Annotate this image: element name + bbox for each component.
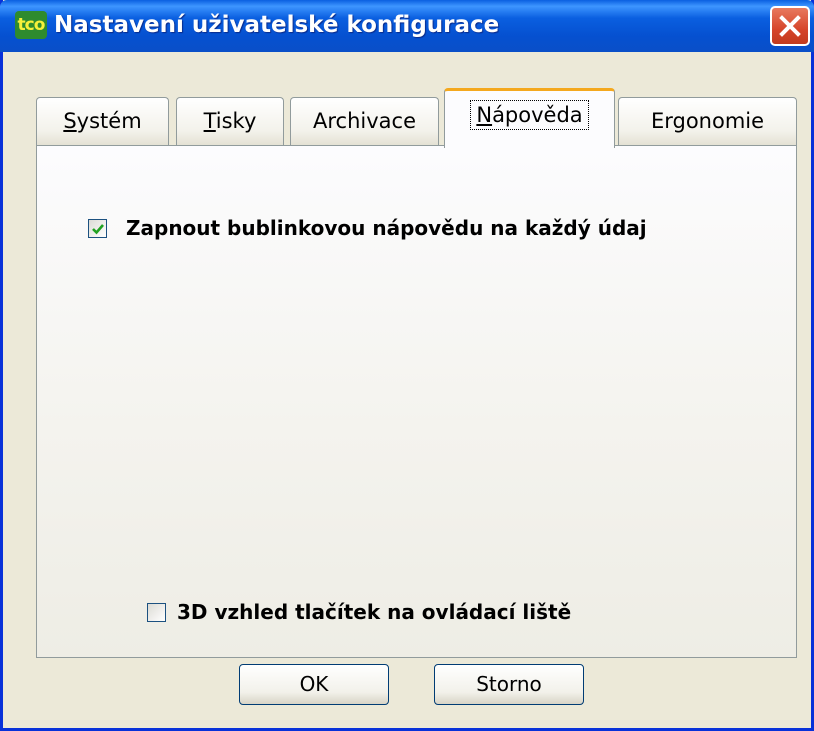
tab-label: Tisky — [203, 109, 257, 133]
cancel-button[interactable]: Storno — [434, 664, 584, 705]
app-logo-icon: tco — [15, 11, 47, 39]
tab-tisky[interactable]: Tisky — [176, 97, 284, 145]
title-bar[interactable]: tco Nastavení uživatelské konfigurace — [0, 0, 814, 52]
tab-label: Systém — [63, 109, 142, 133]
close-button[interactable] — [770, 6, 810, 46]
tab-ergonomie[interactable]: Ergonomie — [618, 97, 797, 145]
tab-label: Nápověda — [470, 100, 589, 130]
window-title: Nastavení uživatelské konfigurace — [54, 12, 500, 38]
tab-label: Archivace — [313, 109, 416, 133]
tab-label: Ergonomie — [650, 109, 765, 133]
toolbar-3d-label[interactable]: 3D vzhled tlačítek na ovládací liště — [177, 600, 571, 624]
toolbar-3d-checkbox[interactable] — [147, 603, 166, 622]
tab-napoveda[interactable]: Nápověda — [444, 88, 615, 148]
bubble-help-checkbox[interactable] — [88, 219, 107, 238]
dialog-window: tco Nastavení uživatelské konfigurace Sy… — [0, 0, 814, 731]
tab-panel-napoveda: Zapnout bublinkovou nápovědu na každý úd… — [36, 145, 797, 658]
tab-archivace[interactable]: Archivace — [290, 97, 439, 145]
ok-button[interactable]: OK — [239, 664, 389, 705]
bubble-help-label[interactable]: Zapnout bublinkovou nápovědu na každý úd… — [126, 216, 647, 240]
tab-system[interactable]: Systém — [36, 97, 169, 145]
